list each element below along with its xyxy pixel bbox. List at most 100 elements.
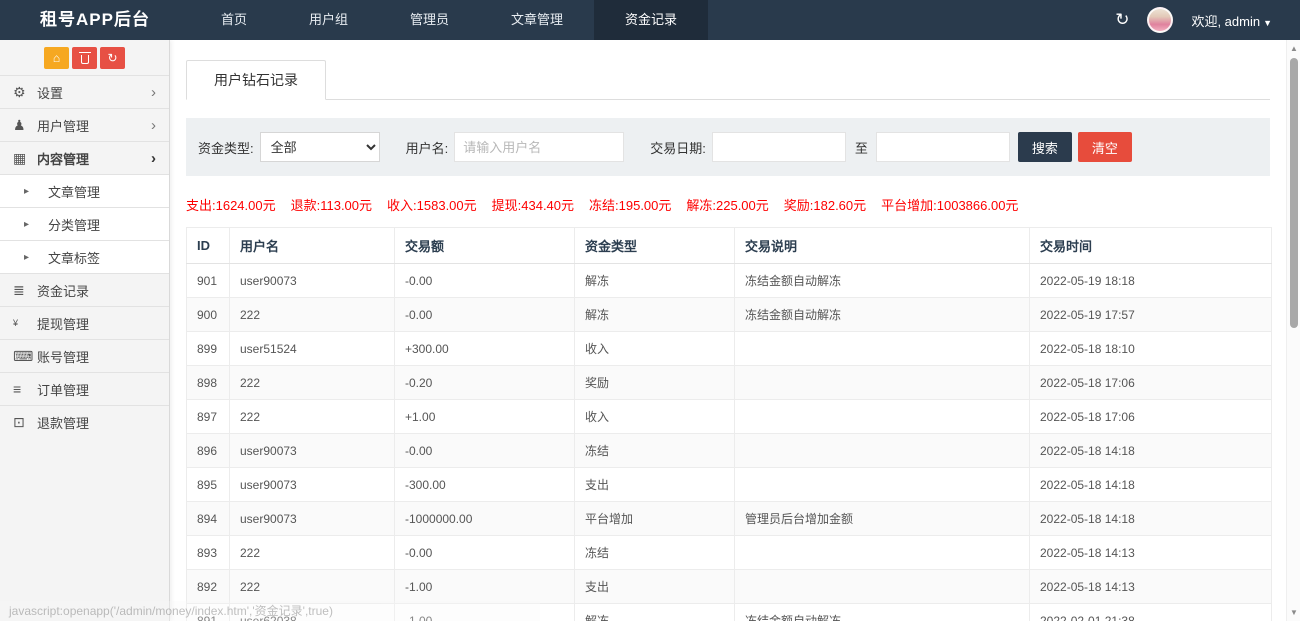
- table-row: 901 user90073 -0.00 解冻 冻结金额自动解冻 2022-05-…: [187, 264, 1272, 298]
- date-end-input[interactable]: [876, 132, 1010, 162]
- table-row: 898 222 -0.20 奖励 2022-05-18 17:06: [187, 366, 1272, 400]
- sidebar-item[interactable]: ¥ 提现管理: [0, 306, 169, 339]
- sidebar-item[interactable]: ▸ 文章标签: [0, 240, 169, 273]
- link-status-text: javascript:openapp('/admin/money/index.h…: [0, 601, 540, 621]
- cell-fund-type: 收入: [575, 332, 735, 366]
- nav-item[interactable]: 用户组: [278, 0, 379, 40]
- trash-icon: [81, 55, 89, 64]
- sidebar-item-label: 分类管理: [48, 215, 156, 234]
- stat-item: 支出:1624.00元: [186, 195, 276, 214]
- column-header: 资金类型: [575, 228, 735, 264]
- cell-amount: +1.00: [395, 400, 575, 434]
- top-navbar: 租号APP后台 首页 用户组 管理员 文章管理 资金记录 ↻ 欢迎, admin…: [0, 0, 1300, 40]
- cell-fund-type: 解冻: [575, 604, 735, 621]
- grid-icon: ▦: [13, 150, 37, 167]
- top-nav: 首页 用户组 管理员 文章管理 资金记录: [190, 0, 708, 40]
- sidebar-toolbar: ⌂ ↻: [0, 40, 169, 75]
- sidebar-item[interactable]: ♟ 用户管理 ›: [0, 108, 169, 141]
- cell-fund-type: 冻结: [575, 536, 735, 570]
- cell-username: user90073: [230, 434, 395, 468]
- records-table: ID 用户名 交易额 资金类型 交易说明 交易时间 901 user90073: [186, 227, 1272, 621]
- gamepad-icon: ⌨: [13, 348, 37, 365]
- sidebar-item-label: 订单管理: [37, 380, 156, 399]
- sidebar-item-label: 账号管理: [37, 347, 156, 366]
- avatar[interactable]: [1147, 7, 1173, 33]
- sidebar-item[interactable]: ▦ 内容管理 ›: [0, 141, 169, 174]
- cell-fund-type: 支出: [575, 570, 735, 604]
- cell-username: 222: [230, 366, 395, 400]
- chevron-down-icon: ▼: [1263, 18, 1272, 28]
- cell-username: 222: [230, 298, 395, 332]
- stat-item: 收入:1583.00元: [387, 195, 477, 214]
- table-row: 897 222 +1.00 收入 2022-05-18 17:06: [187, 400, 1272, 434]
- scroll-down-arrow-icon[interactable]: ▼: [1290, 608, 1298, 617]
- cell-time: 2022-05-18 14:13: [1030, 536, 1272, 570]
- cell-id: 900: [187, 298, 230, 332]
- cell-fund-type: 冻结: [575, 434, 735, 468]
- clear-cache-button[interactable]: [72, 47, 97, 69]
- cell-fund-type: 解冻: [575, 264, 735, 298]
- nav-item[interactable]: 首页: [190, 0, 278, 40]
- user-menu[interactable]: 欢迎, admin▼: [1191, 11, 1272, 30]
- table-row: 894 user90073 -1000000.00 平台增加 管理员后台增加金额…: [187, 502, 1272, 536]
- scroll-up-arrow-icon[interactable]: ▲: [1290, 44, 1298, 53]
- nav-item[interactable]: 资金记录: [594, 0, 708, 40]
- reload-button[interactable]: ↻: [100, 47, 125, 69]
- home-button[interactable]: ⌂: [44, 47, 69, 69]
- cell-username: 222: [230, 400, 395, 434]
- stat-item: 奖励:182.60元: [784, 195, 866, 214]
- cell-fund-type: 支出: [575, 468, 735, 502]
- sidebar-item-label: 文章标签: [48, 248, 156, 267]
- navbar-right: ↻ 欢迎, admin▼: [1115, 0, 1300, 40]
- sidebar-item-label: 设置: [37, 83, 151, 102]
- date-start-input[interactable]: [712, 132, 846, 162]
- username-input[interactable]: [454, 132, 624, 162]
- sidebar-item[interactable]: ▸ 分类管理: [0, 207, 169, 240]
- sidebar-item[interactable]: ▸ 文章管理: [0, 174, 169, 207]
- cell-amount: -1.00: [395, 570, 575, 604]
- refresh-icon: ↻: [107, 47, 117, 69]
- sidebar-item[interactable]: ⊡ 退款管理: [0, 405, 169, 438]
- cell-description: [735, 536, 1030, 570]
- cell-username: user90073: [230, 468, 395, 502]
- nav-item[interactable]: 管理员: [379, 0, 480, 40]
- clear-button[interactable]: 清空: [1078, 132, 1132, 162]
- sidebar-item[interactable]: ⚙ 设置 ›: [0, 75, 169, 108]
- fund-type-label: 资金类型:: [198, 138, 254, 157]
- caret-right-icon: ▸: [24, 252, 48, 263]
- cell-description: [735, 332, 1030, 366]
- tab-bar: 用户钻石记录: [186, 60, 1270, 100]
- sidebar-item[interactable]: ⌨ 账号管理: [0, 339, 169, 372]
- cell-amount: -300.00: [395, 468, 575, 502]
- caret-right-icon: ▸: [24, 186, 48, 197]
- cell-time: 2022-05-18 17:06: [1030, 400, 1272, 434]
- cell-id: 895: [187, 468, 230, 502]
- cell-id: 896: [187, 434, 230, 468]
- cell-time: 2022-05-19 18:18: [1030, 264, 1272, 298]
- nav-item[interactable]: 文章管理: [480, 0, 594, 40]
- caret-right-icon: ▸: [24, 219, 48, 230]
- sidebar-item[interactable]: ≣ 资金记录: [0, 273, 169, 306]
- stat-item: 平台增加:1003866.00元: [881, 195, 1018, 214]
- fund-type-select[interactable]: 全部: [260, 132, 380, 162]
- stat-item: 冻结:195.00元: [589, 195, 671, 214]
- cell-fund-type: 平台增加: [575, 502, 735, 536]
- cell-time: 2022-05-18 14:18: [1030, 434, 1272, 468]
- app-brand[interactable]: 租号APP后台: [0, 0, 190, 40]
- scrollbar-thumb[interactable]: [1290, 58, 1298, 328]
- cell-amount: -0.00: [395, 536, 575, 570]
- sidebar-menu: ⚙ 设置 › ♟ 用户管理 › ▦ 内容管理 › ▸ 文章管理: [0, 75, 169, 438]
- cell-amount: -0.20: [395, 366, 575, 400]
- tab-user-diamond-records[interactable]: 用户钻石记录: [186, 60, 326, 100]
- cell-description: 冻结金额自动解冻: [735, 604, 1030, 621]
- home-icon: ⌂: [53, 47, 60, 69]
- chevron-right-icon: ›: [151, 84, 156, 101]
- search-button[interactable]: 搜索: [1018, 132, 1072, 162]
- refresh-icon[interactable]: ↻: [1115, 10, 1129, 30]
- sidebar: ⌂ ↻ ⚙ 设置 › ♟ 用户管理 › ▦ 内容管理 ›: [0, 40, 170, 621]
- cell-time: 2022-05-18 14:18: [1030, 502, 1272, 536]
- column-header: 交易说明: [735, 228, 1030, 264]
- users-icon: ♟: [13, 117, 37, 134]
- sidebar-item[interactable]: ≡ 订单管理: [0, 372, 169, 405]
- table-header-row: ID 用户名 交易额 资金类型 交易说明 交易时间: [187, 228, 1272, 264]
